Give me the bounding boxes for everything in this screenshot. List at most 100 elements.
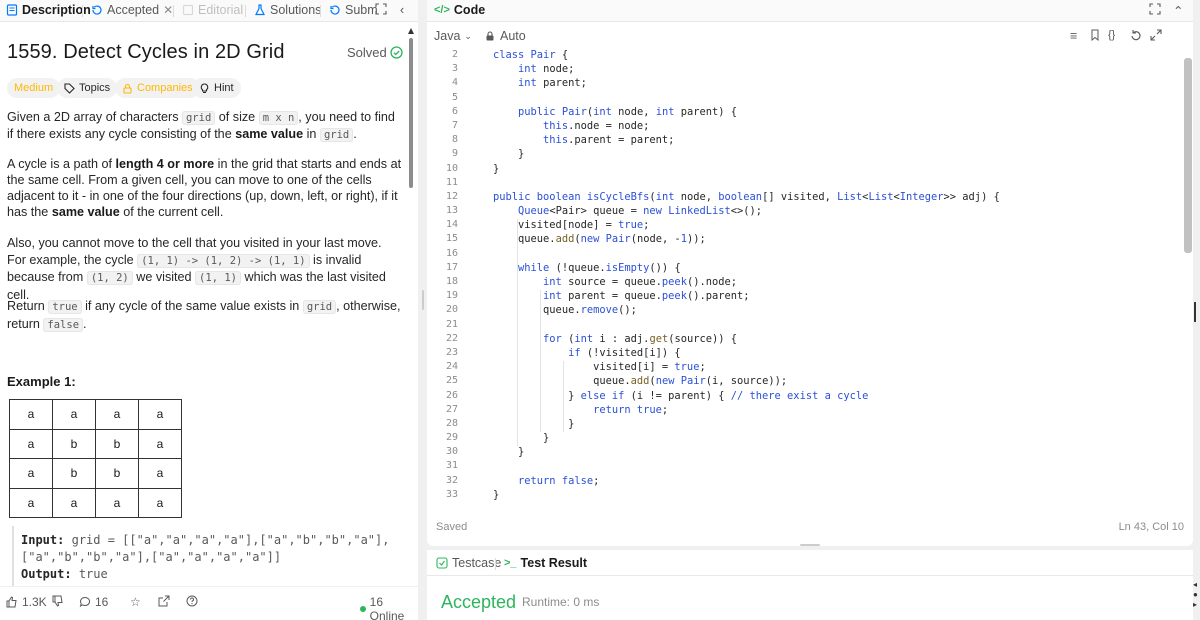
result-status: Accepted	[441, 592, 517, 612]
tab-editorial[interactable]: Editorial	[182, 3, 243, 17]
resize-handle[interactable]	[800, 544, 820, 546]
tab-submissions-label: Subm	[345, 3, 378, 17]
expand-icon[interactable]	[1149, 3, 1161, 15]
like-count: 1.3K	[22, 595, 47, 609]
line-numbers: 2 3 4 5 6 7 8 9 10 11 12 13 14 15 16 17 18 19 20 21 22 23 24 25…	[427, 48, 463, 502]
panel-splitter[interactable]	[419, 0, 427, 620]
tab-code[interactable]: </> Code	[434, 3, 485, 17]
like-button[interactable]: 1.3K	[6, 595, 47, 609]
solved-badge: Solved	[347, 45, 403, 60]
line-number: 23	[445, 346, 458, 358]
code-panel: </> Code ⌃ Java ⌄ Auto ≡ {} 2 3 4 5 6 7 8 9 10 11…	[427, 0, 1193, 546]
thumbs-up-icon	[6, 596, 17, 608]
line-number: 12	[445, 190, 458, 202]
left-tab-bar: Description Accepted ✕ Editorial Solutio…	[0, 0, 418, 22]
topics-button[interactable]: Topics	[57, 78, 118, 98]
language-select[interactable]: Java ⌄	[434, 29, 472, 43]
grid-cell: b	[95, 458, 139, 489]
expand-icon[interactable]	[375, 3, 387, 15]
language-label: Java	[434, 29, 461, 43]
tab-divider	[173, 5, 174, 17]
dislike-button[interactable]	[52, 595, 64, 607]
difficulty-badge: Medium	[7, 78, 61, 98]
chevron-up-icon[interactable]: ⌃	[1173, 3, 1183, 18]
editor-scrollbar[interactable]	[1184, 58, 1192, 253]
grid-row: abba	[9, 428, 182, 459]
code-icon: </>	[434, 4, 450, 16]
description-icon	[6, 4, 18, 16]
chevron-left-icon[interactable]: ‹	[400, 3, 404, 17]
tab-submissions[interactable]: Subm	[329, 3, 378, 17]
left-footer: 1.3K 16 ☆ 16 Online	[0, 586, 418, 620]
scroll-arrows-icon[interactable]: ◂ ● ▸	[1193, 580, 1198, 610]
example-heading: Example 1:	[7, 374, 76, 389]
grid-cell: a	[138, 487, 182, 518]
tab-test-result[interactable]: >_ Test Result	[504, 556, 587, 570]
line-number: 7	[451, 119, 458, 131]
lightbulb-icon	[200, 82, 209, 93]
code-editor[interactable]: class Pair { int node; int parent; publi…	[493, 48, 1183, 502]
format-icon[interactable]: ≡	[1070, 29, 1077, 43]
line-number: 14	[445, 219, 458, 231]
grid-cell: a	[95, 399, 139, 430]
grid-cell: a	[9, 458, 53, 489]
tab-solutions[interactable]: Solutions	[254, 3, 321, 17]
line-number: 27	[445, 403, 458, 415]
tab-solutions-label: Solutions	[270, 3, 322, 17]
line-number: 17	[445, 261, 458, 273]
line-number: 31	[445, 460, 458, 472]
tab-accepted[interactable]: Accepted ✕	[91, 3, 173, 17]
fullscreen-icon[interactable]	[1150, 29, 1162, 41]
line-number: 20	[445, 304, 458, 316]
line-number: 4	[451, 77, 458, 89]
star-icon[interactable]: ☆	[130, 595, 141, 609]
cursor-position: Ln 43, Col 10	[1118, 521, 1184, 533]
line-number: 28	[445, 417, 458, 429]
share-icon[interactable]	[158, 595, 170, 607]
left-scrollbar[interactable]	[408, 28, 414, 568]
line-number: 21	[445, 318, 458, 330]
comment-icon	[79, 596, 91, 608]
grid-cell: a	[138, 458, 182, 489]
hint-button[interactable]: Hint	[192, 78, 241, 98]
grid-cell: b	[52, 428, 96, 459]
line-number: 9	[451, 148, 458, 160]
braces-icon[interactable]: {}	[1108, 29, 1115, 41]
tab-test-result-label: Test Result	[520, 556, 587, 570]
grid-cell: a	[138, 399, 182, 430]
grid-cell: b	[52, 458, 96, 489]
runtime-label: Runtime: 0 ms	[522, 595, 600, 609]
tab-description[interactable]: Description	[6, 3, 91, 17]
bookmark-icon[interactable]	[1089, 29, 1101, 41]
flask-icon	[255, 4, 265, 16]
checkbox-icon	[436, 557, 448, 569]
tab-divider	[495, 558, 496, 570]
example-io: Input: grid = [["a","a","a","a"],["a","b…	[21, 532, 401, 583]
tab-testcase[interactable]: Testcase	[436, 556, 501, 570]
companies-button[interactable]: Companies	[115, 78, 200, 98]
grid-cell: a	[52, 487, 96, 518]
comments-button[interactable]: 16	[79, 595, 108, 609]
result-tab-bar: Testcase >_ Test Result	[427, 550, 1193, 576]
autosave-toggle[interactable]: Auto	[484, 29, 526, 43]
line-number: 13	[445, 205, 458, 217]
problem-title: 1559. Detect Cycles in 2D Grid	[7, 41, 285, 63]
close-icon[interactable]: ✕	[163, 3, 173, 17]
line-number: 22	[445, 332, 458, 344]
topics-label: Topics	[79, 82, 111, 94]
code-tab-bar: </> Code ⌃	[427, 0, 1193, 22]
reset-icon[interactable]	[1130, 29, 1142, 41]
line-number: 3	[451, 63, 458, 75]
hint-label: Hint	[214, 82, 234, 94]
grid-cell: a	[138, 428, 182, 459]
description-paragraph-4: Return true if any cycle of the same val…	[7, 299, 401, 332]
help-icon[interactable]	[186, 595, 198, 607]
line-number: 26	[445, 389, 458, 401]
online-dot-icon	[360, 606, 366, 612]
example-input: Input: grid = [["a","a","a","a"],["a","b…	[21, 533, 390, 564]
grid-row: abba	[9, 458, 182, 489]
grid-cell: a	[9, 399, 53, 430]
grid-cell: b	[95, 428, 139, 459]
solved-label: Solved	[347, 45, 387, 60]
grid-cell: a	[95, 487, 139, 518]
